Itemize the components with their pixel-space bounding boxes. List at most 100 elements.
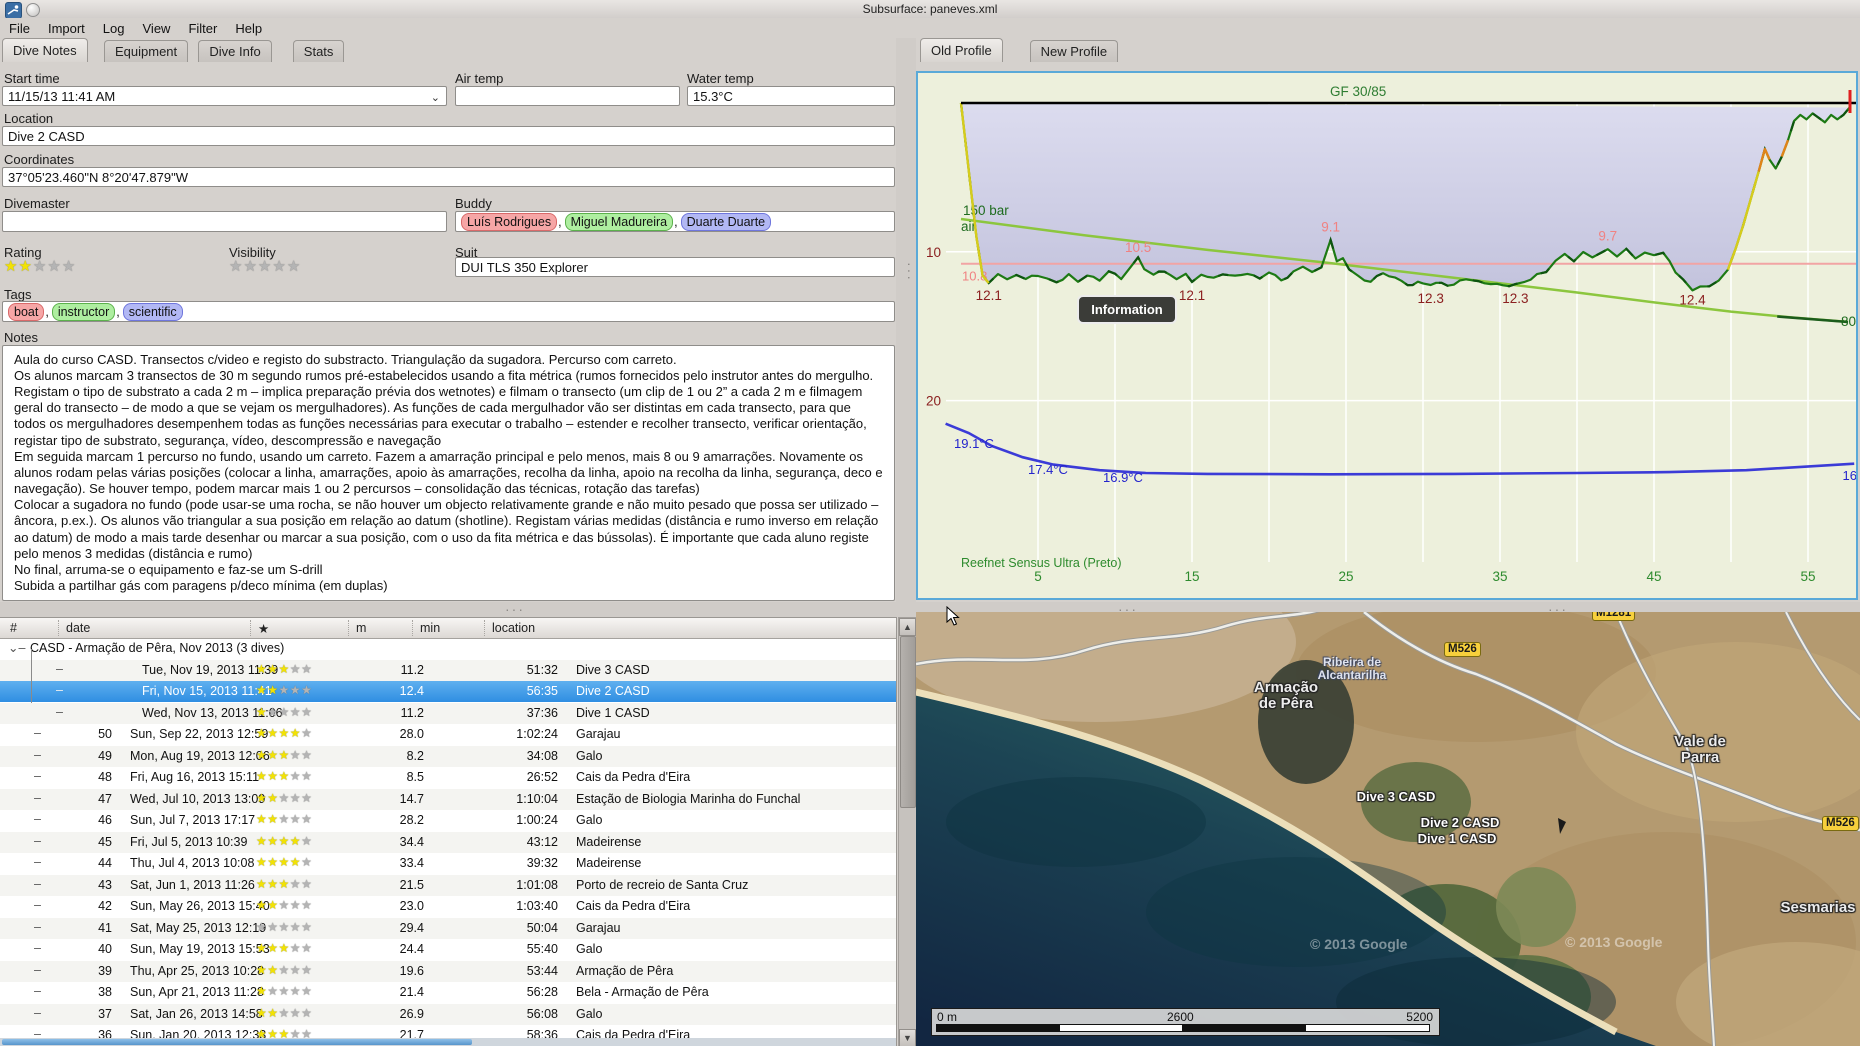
dive-profile-chart[interactable]: 10.8 150 bar air 80 19.1°C 17.4°C 16.9°C 16 GF 3… (916, 71, 1858, 600)
dive-list-scrollbar[interactable]: ▲ ▼ (898, 617, 917, 1046)
table-row[interactable]: –40 Sun, May 19, 2013 15:53 ★★★★★ 24.4 55:40… (0, 939, 896, 960)
tab-stats[interactable]: Stats (292, 40, 345, 62)
column-separator[interactable] (58, 620, 59, 636)
dive-list-header[interactable]: # date ★ m min location (0, 618, 896, 639)
chip-boat[interactable]: boat (8, 302, 45, 321)
group-row[interactable]: ⌄– CASD - Armação de Pêra, Nov 2013 (3 di… (0, 638, 896, 659)
tags-label: Tags (4, 287, 32, 302)
star-filled-icon: ★ (256, 661, 268, 676)
air-temp-input[interactable] (455, 86, 680, 106)
scroll-up-button[interactable]: ▲ (899, 618, 916, 636)
divemaster-input[interactable] (2, 211, 447, 232)
chip-separator: , (45, 304, 49, 319)
scroll-down-button[interactable]: ▼ (899, 1029, 916, 1046)
star-empty-icon: ★ (301, 704, 313, 719)
table-row[interactable]: –41 Sat, May 25, 2013 12:19 ★★★★★ 29.4 50:04… (0, 917, 896, 939)
temperature-label: 17.4°C (1028, 462, 1068, 477)
dive-site-map[interactable]: Armação de Pêra Ribeira de Alcantarilha Va… (916, 612, 1860, 1046)
location-input[interactable]: Dive 2 CASD (2, 126, 895, 146)
notes-label: Notes (4, 330, 38, 345)
menu-item-log[interactable]: Log (94, 18, 134, 38)
cell-depth: 29.4 (399, 920, 424, 935)
tree-dash: – (34, 876, 41, 891)
notes-input[interactable]: Aula do curso CASD. Transectos c/video e… (2, 345, 895, 601)
scrollbar-thumb[interactable] (2, 1039, 472, 1045)
menu-item-view[interactable]: View (134, 18, 180, 38)
cell-stars: ★★★★★ (256, 769, 312, 783)
tab-old-profile[interactable]: Old Profile (920, 38, 1003, 62)
star-empty-icon: ★ (257, 258, 273, 275)
cell-stars: ★★★★★ (256, 748, 312, 762)
tab-new-profile[interactable]: New Profile (1029, 40, 1119, 62)
table-row[interactable]: –42 Sun, May 26, 2013 15:40 ★★★★★ 23.0 1:03:… (0, 896, 896, 917)
vertical-splitter[interactable] (896, 38, 916, 602)
water-temp-input[interactable]: 15.3°C (687, 86, 895, 106)
column-header-num[interactable]: # (10, 621, 17, 635)
information-tooltip[interactable]: Information (1077, 295, 1177, 324)
column-header-m[interactable]: m (356, 621, 366, 635)
table-row[interactable]: –43 Sat, Jun 1, 2013 11:26 ★★★★★ 21.5 1:01:0… (0, 874, 896, 896)
table-row[interactable]: –39 Thu, Apr 25, 2013 10:28 ★★★★★ 19.6 53:44… (0, 960, 896, 982)
visibility-stars[interactable]: ★★★★★ (229, 257, 301, 275)
tab-equipment[interactable]: Equipment (104, 40, 189, 62)
column-separator[interactable] (250, 620, 251, 636)
chip-separator: , (116, 304, 120, 319)
star-filled-icon: ★ (256, 812, 268, 826)
tags-input[interactable]: boat, instructor, scientific (2, 301, 895, 322)
horizontal-scrollbar[interactable] (0, 1038, 896, 1046)
table-row[interactable]: – Wed, Nov 13, 2013 11:06 ★★★★★ 11.2 37:36 Di… (0, 702, 896, 724)
column-header-date[interactable]: date (66, 621, 90, 635)
scrollbar-thumb[interactable] (900, 636, 916, 808)
table-row[interactable]: – Fri, Nov 15, 2013 11:41 ★★★★★ 12.4 56:35 Di… (0, 681, 896, 702)
menu-item-filter[interactable]: Filter (179, 18, 226, 38)
time-axis-tick: 45 (1646, 569, 1661, 584)
table-row[interactable]: –46 Sun, Jul 7, 2013 17:17 ★★★★★ 28.2 1:00:2… (0, 810, 896, 831)
chip-scientific[interactable]: scientific (122, 302, 183, 321)
star-empty-icon: ★ (301, 855, 313, 869)
tab-dive-info[interactable]: Dive Info (198, 40, 272, 62)
column-header-stars[interactable]: ★ (258, 621, 269, 636)
rating-stars[interactable]: ★★★★★ (4, 257, 76, 275)
buddy-input[interactable]: Luís Rodrigues, Miguel Madureira, Duarte D… (455, 211, 895, 232)
splitter-handle[interactable]: ··· (505, 601, 525, 617)
table-row[interactable]: –37 Sat, Jan 26, 2013 14:58 ★★★★★ 26.9 56:08… (0, 1003, 896, 1025)
menu-item-help[interactable]: Help (226, 18, 271, 38)
column-separator[interactable] (412, 620, 413, 636)
table-row[interactable]: –47 Wed, Jul 10, 2013 13:09 ★★★★★ 14.7 1:10:… (0, 788, 896, 810)
column-header-min[interactable]: min (420, 621, 440, 635)
table-row[interactable]: –49 Mon, Aug 19, 2013 12:06 ★★★★★ 8.2 34:08 G… (0, 745, 896, 767)
star-empty-icon: ★ (278, 984, 290, 998)
column-separator[interactable] (348, 620, 349, 636)
chevron-down-icon[interactable]: ⌄ (431, 91, 440, 104)
dive-profile-svg: 10.8150 barair8019.1°C17.4°C16.9°C 16GF 3… (926, 84, 1857, 584)
air-temp-label: Air temp (455, 71, 504, 86)
depth-axis-tick: 20 (926, 394, 941, 409)
chip-miguel-madureira[interactable]: Miguel Madureira (564, 212, 674, 231)
menu-item-file[interactable]: File (0, 18, 39, 38)
table-row[interactable]: – Tue, Nov 19, 2013 11:39 ★★★★★ 11.2 51:32 Di… (0, 659, 896, 681)
start-time-input[interactable]: 11/15/13 11:41 AM ⌄ (2, 86, 447, 106)
star-filled-icon: ★ (256, 747, 268, 762)
cell-stars: ★★★★★ (256, 791, 312, 805)
column-header-location[interactable]: location (492, 621, 535, 635)
table-row[interactable]: –38 Sun, Apr 21, 2013 11:28 ★★★★★ 21.4 56:28… (0, 982, 896, 1003)
suit-input[interactable]: DUI TLS 350 Explorer (455, 257, 895, 277)
table-row[interactable]: –50 Sun, Sep 22, 2013 12:59 ★★★★★ 28.0 1:02:… (0, 724, 896, 745)
cell-depth: 26.9 (399, 1006, 424, 1021)
tab-dive-notes[interactable]: Dive Notes (2, 38, 88, 62)
cell-stars: ★★★★★ (256, 855, 312, 869)
coordinates-input[interactable]: 37°05'23.460"N 8°20'47.879"W (2, 167, 895, 187)
chip-instructor[interactable]: instructor (51, 302, 116, 321)
column-separator[interactable] (484, 620, 485, 636)
start-time-label: Start time (4, 71, 60, 86)
table-row[interactable]: –45 Fri, Jul 5, 2013 10:39 ★★★★★ 34.4 43:12 M… (0, 831, 896, 853)
star-empty-icon: ★ (289, 683, 302, 697)
chip-duarte-duarte[interactable]: Duarte Duarte (680, 212, 772, 231)
table-row[interactable]: –44 Thu, Jul 4, 2013 10:08 ★★★★★ 33.4 39:32 M… (0, 853, 896, 874)
collapse-arrow-icon[interactable]: ⌄– (8, 640, 25, 655)
road-badge-m526: M526 (1444, 642, 1481, 657)
star-filled-icon: ★ (256, 898, 268, 912)
chip-luís-rodrigues[interactable]: Luís Rodrigues (461, 212, 558, 231)
table-row[interactable]: –48 Fri, Aug 16, 2013 15:11 ★★★★★ 8.5 26:52 C… (0, 767, 896, 788)
menu-item-import[interactable]: Import (39, 18, 94, 38)
